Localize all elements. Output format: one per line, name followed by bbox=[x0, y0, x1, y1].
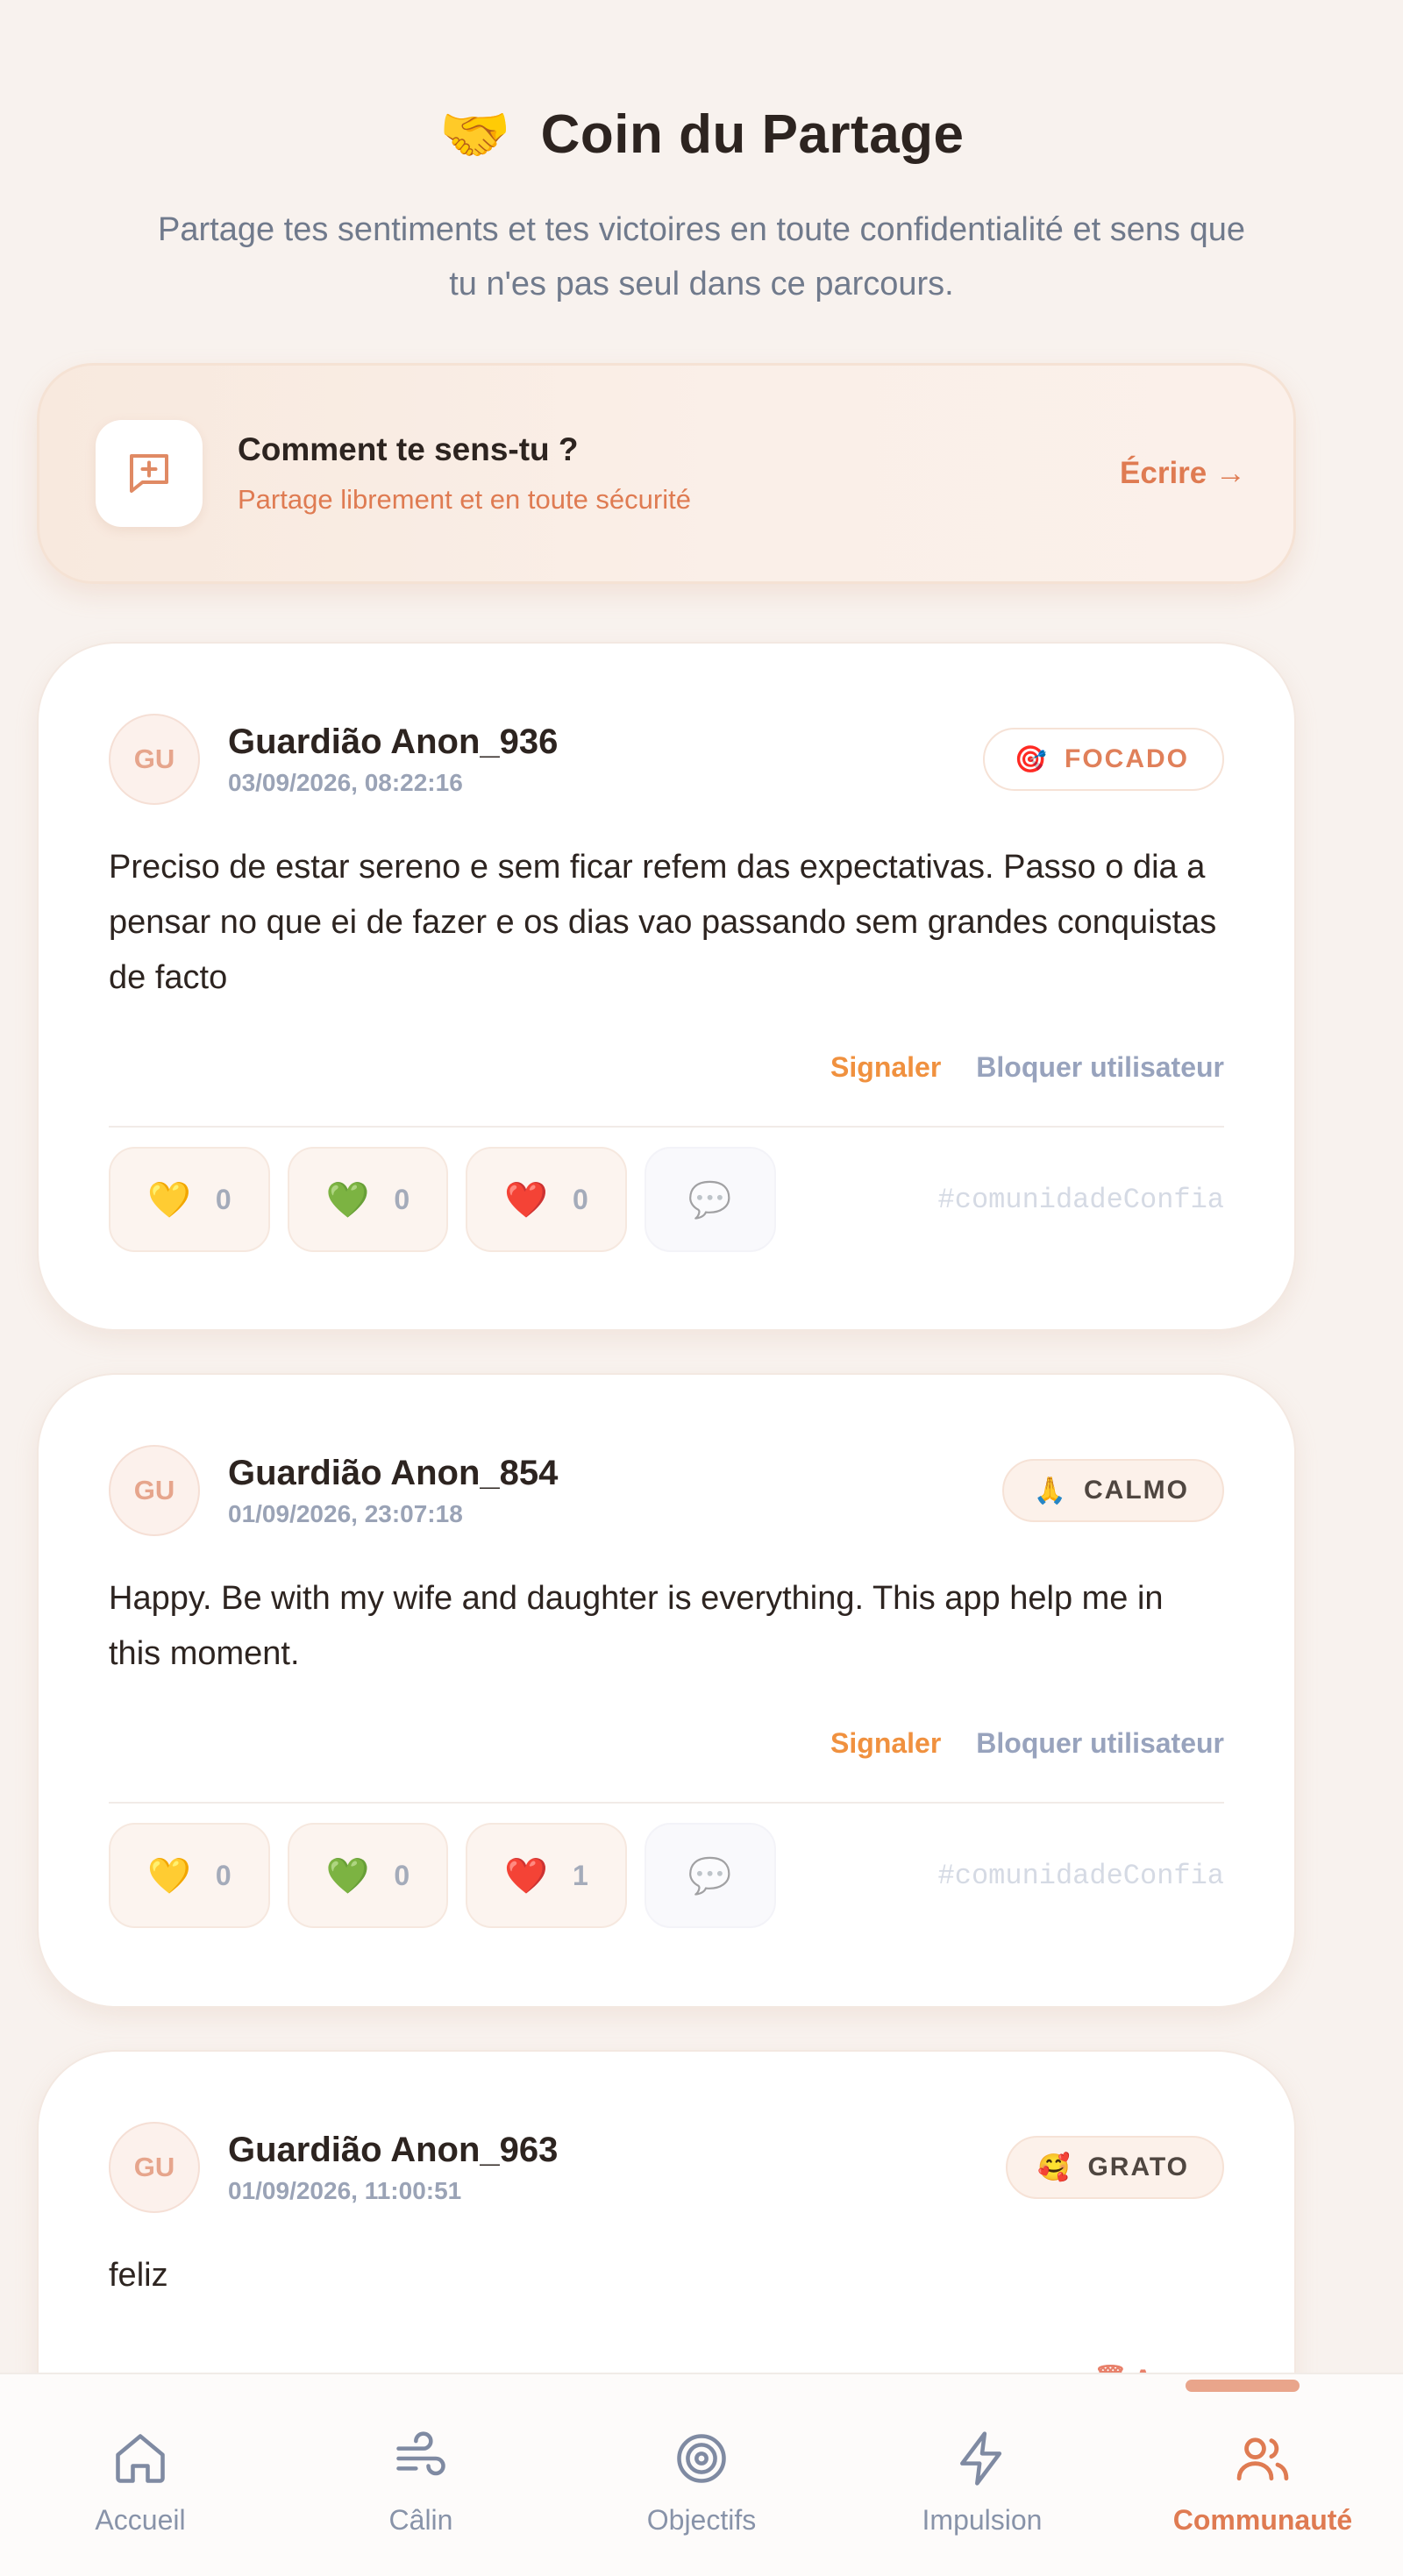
nav-label: Câlin bbox=[388, 2504, 453, 2536]
reaction-green-heart-button[interactable]: 💚 0 bbox=[287, 1823, 449, 1928]
nav-label: Communauté bbox=[1172, 2504, 1353, 2536]
compose-card[interactable]: Comment te sens-tu ? Partage librement e… bbox=[37, 363, 1296, 584]
post-moderation: Signaler Bloquer utilisateur bbox=[109, 1051, 1224, 1084]
post-body: Preciso de estar sereno e sem ficar refe… bbox=[109, 849, 1217, 996]
post-header: GU Guardião Anon_854 01/09/2026, 23:07:1… bbox=[109, 1375, 1224, 1536]
report-button[interactable]: Signaler bbox=[830, 1051, 941, 1084]
author-name: Guardião Anon_936 bbox=[228, 722, 559, 761]
compose-title: Comment te sens-tu ? bbox=[238, 431, 579, 467]
page-title: Coin du Partage bbox=[540, 104, 965, 165]
users-icon bbox=[1236, 2437, 1289, 2481]
post-card: GU Guardião Anon_854 01/09/2026, 23:07:1… bbox=[37, 1373, 1296, 2008]
post-author-block: Guardião Anon_936 03/09/2026, 08:22:16 bbox=[228, 722, 983, 797]
write-button[interactable]: Écrire → bbox=[1120, 456, 1246, 491]
post-header: GU Guardião Anon_963 01/09/2026, 11:00:5… bbox=[109, 2052, 1224, 2213]
nav-label: Impulsion bbox=[922, 2504, 1043, 2536]
comment-button[interactable]: 💬 bbox=[644, 1823, 776, 1928]
mood-label: CALMO bbox=[1084, 1476, 1189, 1505]
post-body: feliz bbox=[109, 2257, 168, 2294]
yellow-heart-icon: 💛 bbox=[147, 1855, 191, 1896]
community-page: 🤝 Coin du Partage Partage tes sentiments… bbox=[0, 0, 1403, 2576]
wind-icon bbox=[396, 2431, 445, 2476]
avatar: GU bbox=[109, 1445, 200, 1536]
target-emoji-icon: 🎯 bbox=[1014, 744, 1047, 775]
post-card: GU Guardião Anon_936 03/09/2026, 08:22:1… bbox=[37, 642, 1296, 1331]
block-user-button[interactable]: Bloquer utilisateur bbox=[976, 1051, 1224, 1084]
block-user-button[interactable]: Bloquer utilisateur bbox=[976, 1727, 1224, 1760]
nav-label: Objectifs bbox=[646, 2504, 757, 2536]
hashtag: #comunidadeConfia bbox=[937, 1183, 1224, 1216]
message-plus-icon bbox=[96, 420, 203, 527]
reaction-yellow-heart-button[interactable]: 💛 0 bbox=[109, 1823, 270, 1928]
title-row: 🤝 Coin du Partage bbox=[0, 103, 1403, 166]
hashtag: #comunidadeConfia bbox=[937, 1859, 1224, 1892]
reaction-count: 1 bbox=[573, 1859, 588, 1891]
reaction-count: 0 bbox=[215, 1859, 231, 1891]
author-name: Guardião Anon_854 bbox=[228, 1453, 559, 1492]
nav-tab-accueil[interactable]: Accueil bbox=[0, 2374, 281, 2576]
reaction-count: 0 bbox=[215, 1183, 231, 1215]
page-header: 🤝 Coin du Partage Partage tes sentiments… bbox=[0, 103, 1403, 311]
compose-subtitle: Partage librement et en toute sécurité bbox=[238, 484, 691, 515]
reaction-green-heart-button[interactable]: 💚 0 bbox=[287, 1147, 449, 1252]
nav-tab-communaute[interactable]: Communauté bbox=[1122, 2374, 1403, 2576]
divider bbox=[109, 1126, 1224, 1128]
speech-bubble-icon: 💬 bbox=[687, 1855, 732, 1896]
mood-badge: 🥰 GRATO bbox=[1006, 2136, 1224, 2199]
author-name: Guardião Anon_963 bbox=[228, 2130, 559, 2169]
speech-bubble-icon: 💬 bbox=[687, 1179, 732, 1220]
post-body: Happy. Be with my wife and daughter is e… bbox=[109, 1580, 1164, 1672]
divider bbox=[109, 1802, 1224, 1804]
reaction-yellow-heart-button[interactable]: 💛 0 bbox=[109, 1147, 270, 1252]
yellow-heart-icon: 💛 bbox=[147, 1179, 191, 1220]
post-date: 01/09/2026, 23:07:18 bbox=[228, 1499, 463, 1527]
post-header: GU Guardião Anon_936 03/09/2026, 08:22:1… bbox=[109, 644, 1224, 805]
avatar: GU bbox=[109, 714, 200, 805]
reaction-count: 0 bbox=[394, 1859, 410, 1891]
handshake-icon: 🤝 bbox=[438, 100, 511, 168]
comment-button[interactable]: 💬 bbox=[644, 1147, 776, 1252]
nav-label: Accueil bbox=[95, 2504, 186, 2536]
reaction-bar: 💛 0 💚 0 ❤️ 1 💬 #comunidadeConfia bbox=[109, 1823, 1224, 1928]
mood-badge: 🎯 FOCADO bbox=[982, 728, 1224, 791]
red-heart-icon: ❤️ bbox=[504, 1179, 549, 1220]
nav-tab-impulsion[interactable]: Impulsion bbox=[842, 2374, 1122, 2576]
post-author-block: Guardião Anon_963 01/09/2026, 11:00:51 bbox=[228, 2131, 1006, 2205]
home-icon bbox=[116, 2434, 165, 2483]
red-heart-icon: ❤️ bbox=[504, 1855, 549, 1896]
reaction-red-heart-button[interactable]: ❤️ 0 bbox=[466, 1147, 627, 1252]
bottom-navigation: Accueil Câlin Objectifs Impulsion Commun… bbox=[0, 2373, 1403, 2576]
target-icon bbox=[677, 2434, 726, 2483]
page-subtitle: Partage tes sentiments et tes victoires … bbox=[158, 211, 1245, 302]
nav-tab-calin[interactable]: Câlin bbox=[281, 2374, 561, 2576]
green-heart-icon: 💚 bbox=[325, 1179, 370, 1220]
green-heart-icon: 💚 bbox=[325, 1855, 370, 1896]
post-moderation: Signaler Bloquer utilisateur bbox=[109, 1727, 1224, 1760]
nav-tab-objectifs[interactable]: Objectifs bbox=[561, 2374, 842, 2576]
reaction-count: 0 bbox=[573, 1183, 588, 1215]
post-author-block: Guardião Anon_854 01/09/2026, 23:07:18 bbox=[228, 1454, 1002, 1528]
reaction-red-heart-button[interactable]: ❤️ 1 bbox=[466, 1823, 627, 1928]
mood-label: GRATO bbox=[1087, 2153, 1189, 2181]
report-button[interactable]: Signaler bbox=[830, 1727, 941, 1760]
compose-text: Comment te sens-tu ? Partage librement e… bbox=[238, 431, 1120, 516]
reaction-count: 0 bbox=[394, 1183, 410, 1215]
mood-label: FOCADO bbox=[1065, 744, 1189, 773]
lightning-icon bbox=[960, 2431, 1002, 2486]
praying-hands-icon: 🙏 bbox=[1033, 1475, 1067, 1506]
avatar: GU bbox=[109, 2122, 200, 2213]
mood-badge: 🙏 CALMO bbox=[1001, 1459, 1224, 1522]
post-date: 01/09/2026, 11:00:51 bbox=[228, 2176, 462, 2204]
post-date: 03/09/2026, 08:22:16 bbox=[228, 768, 463, 796]
reaction-bar: 💛 0 💚 0 ❤️ 0 💬 #comunidadeConfia bbox=[109, 1147, 1224, 1252]
smiling-hearts-icon: 🥰 bbox=[1037, 2152, 1071, 2183]
